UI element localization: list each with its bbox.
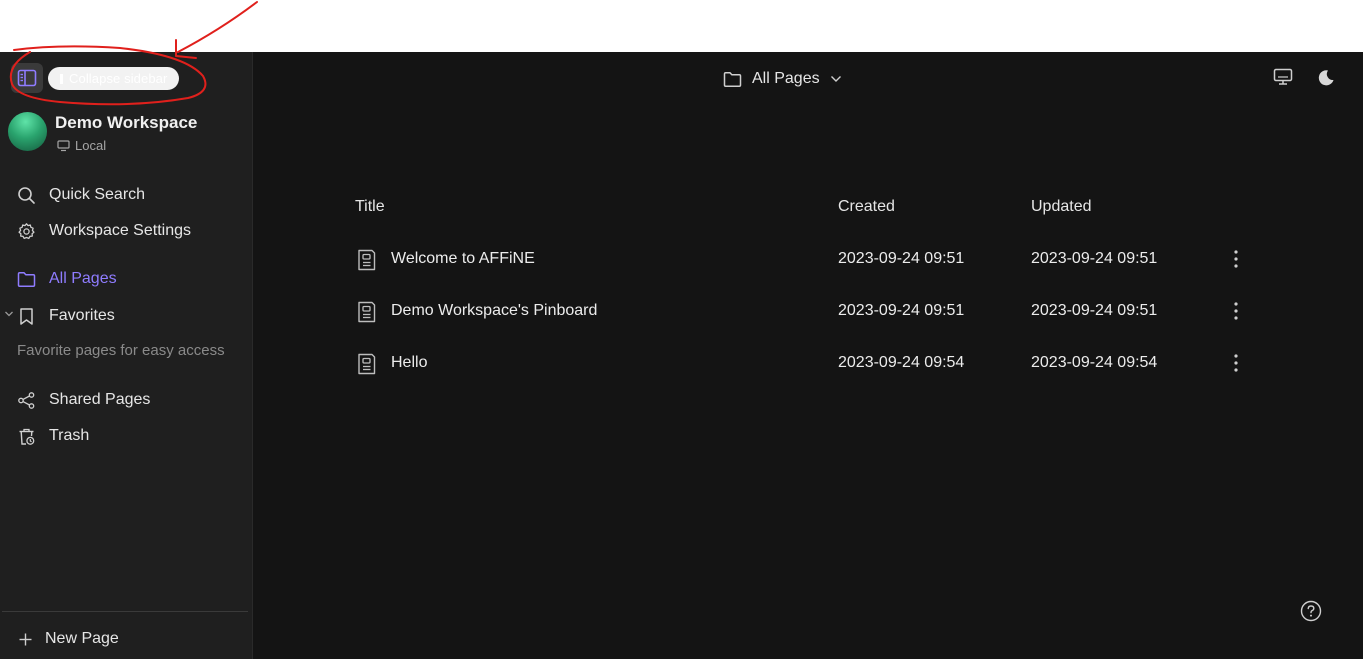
sidebar-divider (2, 611, 248, 612)
top-white-strip (0, 0, 1363, 52)
workspace-avatar[interactable] (8, 112, 47, 151)
monitor-small-icon (57, 139, 70, 152)
sidebar-item-favorites[interactable]: Favorites (17, 303, 115, 329)
sidebar-item-trash[interactable]: Trash (17, 423, 89, 449)
sidebar-item-all-pages[interactable]: All Pages (17, 266, 117, 292)
all-pages-dropdown[interactable]: All Pages (723, 66, 842, 92)
gear-icon (17, 222, 36, 241)
share-icon (17, 391, 36, 410)
help-icon[interactable] (1300, 600, 1322, 622)
tooltip-caret (60, 74, 63, 84)
favorites-label: Favorites (49, 307, 115, 324)
more-vertical-icon[interactable] (1233, 301, 1239, 321)
all-pages-label: All Pages (49, 270, 117, 287)
row-title: Welcome to AFFiNE (391, 250, 535, 267)
workspace-settings-item[interactable]: Workspace Settings (17, 218, 191, 244)
column-header-title[interactable]: Title (355, 198, 385, 216)
row-created: 2023-09-24 09:51 (838, 250, 965, 267)
collapse-sidebar-button[interactable] (11, 63, 43, 93)
quick-search-label: Quick Search (49, 186, 146, 203)
sidebar: Collapse sidebar Demo Workspace Local Qu… (0, 52, 253, 659)
table-row[interactable]: Hello 2023-09-24 09:54 2023-09-24 09:54 (355, 348, 1255, 380)
workspace-storage-label: Local (75, 138, 107, 153)
search-icon (17, 186, 36, 205)
workspace-settings-label: Workspace Settings (49, 222, 191, 239)
moon-icon[interactable] (1317, 69, 1335, 87)
page-icon (355, 352, 377, 376)
trash-label: Trash (49, 427, 90, 444)
page-title: All Pages (752, 70, 820, 87)
trash-icon (17, 427, 36, 446)
row-updated: 2023-09-24 09:51 (1031, 302, 1158, 319)
row-title: Hello (391, 354, 428, 371)
more-vertical-icon[interactable] (1233, 249, 1239, 269)
row-created: 2023-09-24 09:54 (838, 354, 965, 371)
new-page-button[interactable]: New Page (18, 626, 119, 652)
tooltip-text: Collapse sidebar (69, 71, 168, 86)
collapse-sidebar-tooltip: Collapse sidebar (48, 67, 180, 90)
row-updated: 2023-09-24 09:54 (1031, 354, 1158, 371)
quick-search-item[interactable]: Quick Search (17, 182, 145, 208)
shared-pages-label: Shared Pages (49, 391, 151, 408)
chevron-down-icon (830, 75, 842, 83)
sidebar-toggle-icon (17, 69, 37, 87)
row-created: 2023-09-24 09:51 (838, 302, 965, 319)
new-page-label: New Page (45, 630, 119, 647)
main-content: All Pages Title Created Updated Welcome … (253, 52, 1363, 659)
row-title: Demo Workspace's Pinboard (391, 302, 598, 319)
column-header-created[interactable]: Created (838, 198, 895, 216)
folder-icon (17, 271, 36, 288)
app-window: Collapse sidebar Demo Workspace Local Qu… (0, 52, 1363, 659)
bookmark-icon (17, 307, 36, 326)
workspace-storage: Local (57, 138, 106, 153)
sidebar-item-shared-pages[interactable]: Shared Pages (17, 387, 150, 413)
monitor-icon[interactable] (1273, 68, 1293, 86)
column-header-updated[interactable]: Updated (1031, 198, 1092, 216)
row-updated: 2023-09-24 09:51 (1031, 250, 1158, 267)
folder-icon (723, 71, 742, 88)
more-vertical-icon[interactable] (1233, 353, 1239, 373)
plus-icon (18, 632, 33, 647)
table-row[interactable]: Demo Workspace's Pinboard 2023-09-24 09:… (355, 296, 1255, 328)
table-row[interactable]: Welcome to AFFiNE 2023-09-24 09:51 2023-… (355, 244, 1255, 276)
chevron-down-icon[interactable] (4, 310, 14, 318)
page-icon (355, 300, 377, 324)
page-icon (355, 248, 377, 272)
favorites-empty-hint: Favorite pages for easy access (17, 342, 225, 359)
workspace-name[interactable]: Demo Workspace (55, 113, 197, 133)
